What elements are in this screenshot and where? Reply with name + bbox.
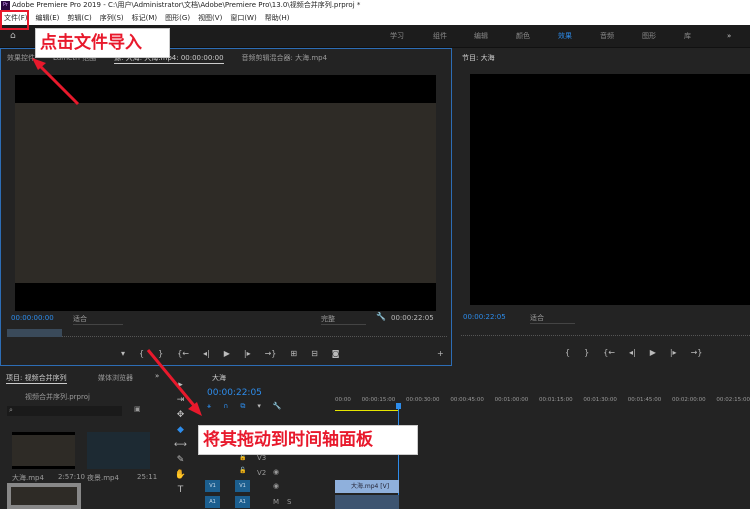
- arrow-head: [188, 402, 202, 416]
- arrow-step2: [146, 349, 198, 409]
- arrow-step1: [36, 62, 80, 106]
- annotation-step2: 将其拖动到时间轴面板: [198, 425, 418, 455]
